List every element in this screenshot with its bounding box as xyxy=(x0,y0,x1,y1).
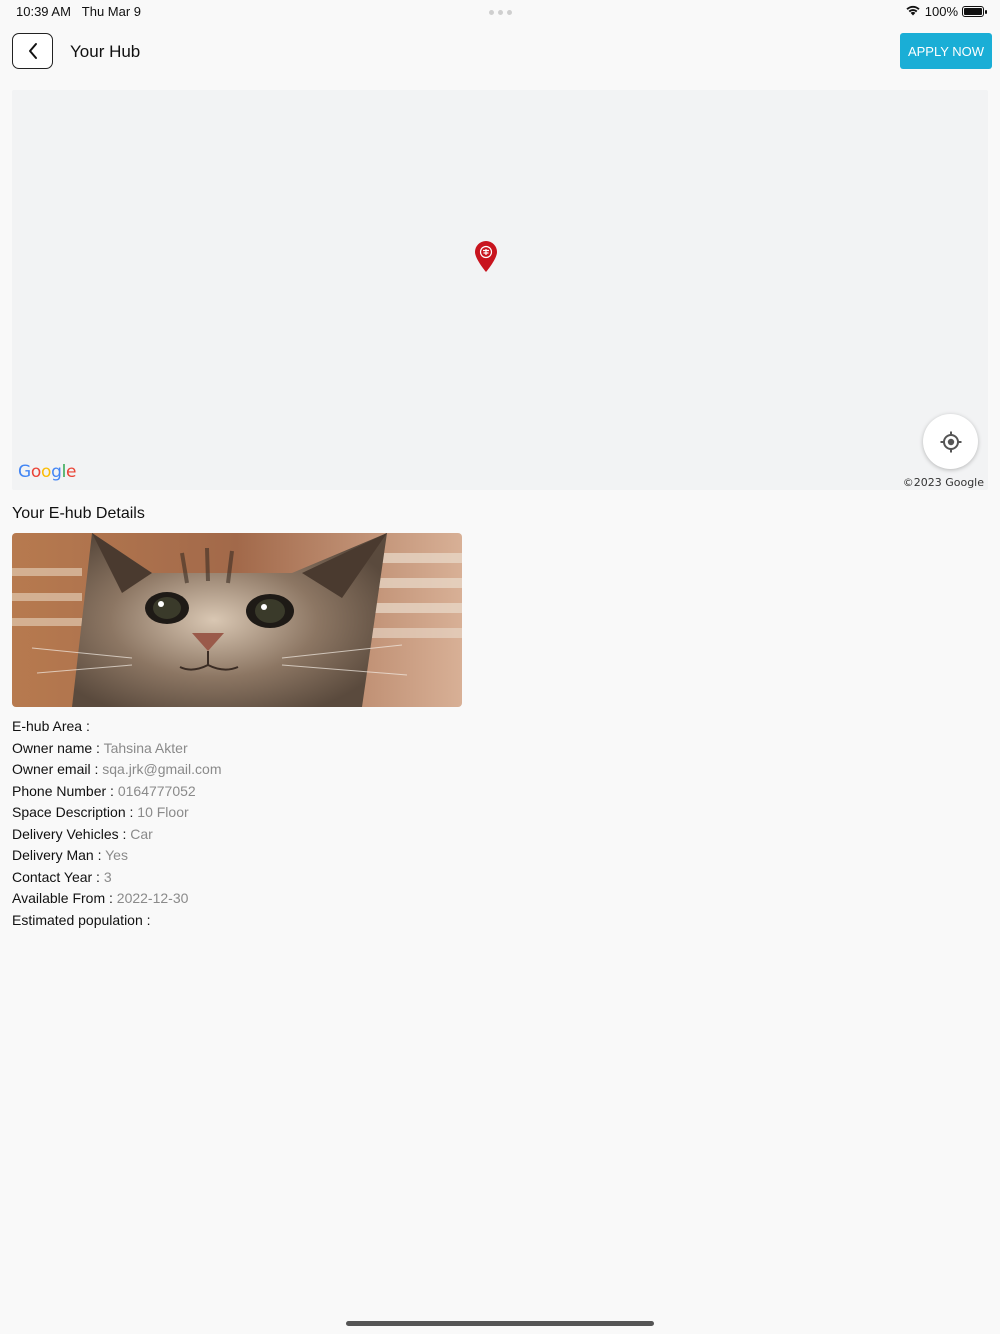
detail-phone-number: Phone Number : 0164777052 xyxy=(12,781,222,803)
detail-label: Owner name : xyxy=(12,739,104,756)
map-view[interactable]: Google ©2023 Google xyxy=(12,90,988,490)
detail-owner-name: Owner name : Tahsina Akter xyxy=(12,738,222,760)
detail-value: 2022-12-30 xyxy=(116,890,189,906)
detail-value: sqa.jrk@gmail.com xyxy=(102,761,222,777)
detail-contact-year: Contact Year : 3 xyxy=(12,867,222,889)
apply-now-button[interactable]: APPLY NOW xyxy=(900,33,992,69)
detail-space-description: Space Description : 10 Floor xyxy=(12,802,222,824)
home-indicator[interactable] xyxy=(346,1321,654,1326)
detail-value: Car xyxy=(130,825,153,842)
status-right: 100% xyxy=(905,4,987,19)
battery-percent: 100% xyxy=(924,4,958,19)
detail-delivery-man: Delivery Man : Yes xyxy=(12,845,222,867)
status-time: 10:39 AM Thu Mar 9 xyxy=(16,4,141,19)
detail-label: E-hub Area : xyxy=(12,718,90,734)
map-copyright: ©2023 Google xyxy=(902,476,984,489)
detail-available-from: Available From : 2022-12-30 xyxy=(12,888,222,910)
time-text: 10:39 AM xyxy=(16,4,71,19)
detail-label: Delivery Man : xyxy=(12,847,106,863)
detail-value: Tahsina Akter xyxy=(103,739,188,756)
back-button[interactable] xyxy=(12,33,53,69)
map-marker-icon[interactable] xyxy=(473,240,499,278)
hub-photo xyxy=(12,533,462,707)
detail-label: Delivery Vehicles : xyxy=(12,825,131,842)
detail-value: 0164777052 xyxy=(117,782,196,799)
detail-label: Space Description : xyxy=(12,804,138,820)
detail-label: Owner email : xyxy=(12,761,103,777)
detail-value: 3 xyxy=(103,868,112,885)
status-bar: 10:39 AM Thu Mar 9 100% xyxy=(0,0,1000,24)
multitasking-dots-icon[interactable] xyxy=(489,10,512,15)
detail-label: Phone Number : xyxy=(12,782,118,799)
detail-ehub-area: E-hub Area : xyxy=(12,716,222,738)
section-title: Your E-hub Details xyxy=(12,505,145,522)
detail-owner-email: Owner email : sqa.jrk@gmail.com xyxy=(12,759,222,781)
detail-value: Yes xyxy=(105,847,128,863)
detail-value: 10 Floor xyxy=(137,804,189,820)
detail-delivery-vehicles: Delivery Vehicles : Car xyxy=(12,824,222,846)
wifi-icon xyxy=(905,4,921,19)
google-logo: Google xyxy=(18,462,77,482)
my-location-button[interactable] xyxy=(923,414,978,469)
detail-label: Available From : xyxy=(12,890,117,906)
battery-icon xyxy=(962,6,987,17)
detail-estimated-population: Estimated population : xyxy=(12,910,222,932)
page-title: Your Hub xyxy=(70,42,141,61)
hub-details-list: E-hub Area : Owner name : Tahsina Akter … xyxy=(12,716,222,931)
date-text: Thu Mar 9 xyxy=(81,4,142,19)
crosshair-icon xyxy=(940,431,961,452)
chevron-left-icon xyxy=(28,43,37,59)
detail-label: Estimated population : xyxy=(12,911,151,928)
detail-label: Contact Year : xyxy=(12,868,104,885)
